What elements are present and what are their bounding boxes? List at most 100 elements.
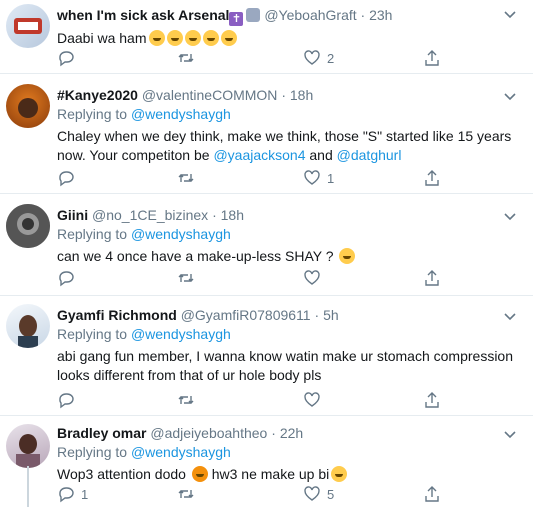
- winking-tongue-emoji-icon: [339, 248, 356, 264]
- separator: ·: [212, 207, 217, 223]
- tweet-text: can we 4 once have a make-up-less SHAY ?: [57, 247, 525, 266]
- mention-link[interactable]: @yaajackson4: [213, 147, 305, 163]
- like-icon: [304, 486, 320, 501]
- share-button[interactable]: [423, 48, 447, 68]
- avatar[interactable]: [6, 424, 50, 468]
- display-name[interactable]: Giini: [57, 207, 88, 223]
- retweet-button[interactable]: [177, 390, 201, 410]
- display-name[interactable]: when I'm sick ask Arsenal: [57, 7, 229, 23]
- share-button[interactable]: [423, 268, 447, 288]
- avatar[interactable]: [6, 4, 50, 48]
- tweet-1[interactable]: when I'm sick ask Arsenal ✝ @YeboahGraft …: [0, 0, 533, 74]
- separator: ·: [271, 425, 276, 441]
- chevron-down-icon[interactable]: [503, 90, 517, 104]
- retweet-button[interactable]: [177, 484, 201, 504]
- tweet-text: abi gang fun member, I wanna know watin …: [57, 348, 514, 383]
- replying-to: Replying to @wendyshaygh: [57, 444, 231, 460]
- like-icon: [304, 170, 320, 185]
- tweet-3[interactable]: Giini @no_1CE_bizinex · 18h Replying to …: [0, 194, 533, 296]
- username[interactable]: @GyamfiR07809611: [181, 307, 311, 323]
- reply-icon: [59, 171, 74, 187]
- laughing-emoji-icon: [148, 30, 165, 46]
- like-button[interactable]: [303, 268, 327, 288]
- thread-line: [27, 466, 29, 507]
- tweet-2[interactable]: #Kanye2020 @valentineCOMMON · 18h Replyi…: [0, 74, 533, 194]
- replying-to-link[interactable]: @wendyshaygh: [131, 444, 231, 460]
- like-icon: [304, 270, 320, 285]
- retweet-button[interactable]: [177, 268, 201, 288]
- timestamp[interactable]: 5h: [323, 307, 339, 323]
- like-icon: [304, 392, 320, 407]
- timestamp[interactable]: 23h: [369, 7, 392, 23]
- separator: ·: [314, 307, 320, 323]
- tweet-4[interactable]: Gyamfi Richmond @GyamfiR07809611 · 5h Re…: [0, 296, 533, 416]
- share-button[interactable]: [423, 390, 447, 410]
- replying-to-link[interactable]: @wendyshaygh: [131, 226, 231, 242]
- display-name[interactable]: #Kanye2020: [57, 87, 138, 103]
- laughing-emoji-icon: [220, 30, 237, 46]
- avatar[interactable]: [6, 84, 50, 128]
- share-icon: [425, 50, 439, 66]
- tweet-text: Chaley when we dey think, make we think,…: [57, 128, 512, 163]
- share-button[interactable]: [423, 484, 447, 504]
- reply-icon: [59, 271, 74, 287]
- mention-link[interactable]: @datghurl: [337, 147, 402, 163]
- tweet-actions: 1 5: [57, 484, 439, 504]
- tweet-text: Daabi wa ham: [57, 29, 525, 48]
- retweet-icon: [178, 274, 194, 282]
- chevron-down-icon[interactable]: [503, 210, 517, 224]
- username[interactable]: @YeboahGraft: [264, 7, 356, 23]
- replying-to: Replying to @wendyshaygh: [57, 326, 231, 342]
- timestamp[interactable]: 18h: [221, 207, 244, 223]
- laughing-emoji-icon: [166, 30, 183, 46]
- tweet-5[interactable]: Bradley omar @adjeiyeboahtheo · 22h Repl…: [0, 416, 533, 507]
- tweet-header: Bradley omar @adjeiyeboahtheo · 22h: [57, 424, 525, 443]
- tweet-header: #Kanye2020 @valentineCOMMON · 18h: [57, 86, 525, 105]
- chevron-down-icon[interactable]: [503, 310, 517, 324]
- like-button[interactable]: 5: [303, 484, 334, 504]
- replying-to-link[interactable]: @wendyshaygh: [131, 106, 231, 122]
- like-button[interactable]: [303, 390, 327, 410]
- username[interactable]: @no_1CE_bizinex: [92, 207, 208, 223]
- replying-to-link[interactable]: @wendyshaygh: [131, 326, 231, 342]
- share-icon: [425, 392, 439, 408]
- reply-button[interactable]: [57, 168, 81, 188]
- person-emoji-icon: [246, 8, 261, 22]
- avatar[interactable]: [6, 304, 50, 348]
- share-button[interactable]: [423, 168, 447, 188]
- reply-button[interactable]: [57, 390, 81, 410]
- tweet-actions: 2: [57, 48, 439, 68]
- retweet-button[interactable]: [177, 168, 201, 188]
- replying-to: Replying to @wendyshaygh: [57, 106, 231, 122]
- reply-button[interactable]: [57, 268, 81, 288]
- separator: ·: [360, 7, 366, 23]
- reply-icon: [59, 487, 74, 503]
- username[interactable]: @adjeiyeboahtheo: [150, 425, 267, 441]
- tweet-actions: 1: [57, 168, 439, 188]
- tweet-text: Wop3 attention dodo hw3 ne make up bi: [57, 465, 525, 484]
- laughing-emoji-icon: [331, 466, 348, 482]
- like-button[interactable]: 2: [303, 48, 334, 68]
- retweet-icon: [178, 174, 194, 182]
- timestamp[interactable]: 22h: [280, 425, 303, 441]
- display-name[interactable]: Gyamfi Richmond: [57, 307, 177, 323]
- chevron-down-icon[interactable]: [503, 8, 517, 22]
- display-name[interactable]: Bradley omar: [57, 425, 146, 441]
- like-button[interactable]: 1: [303, 168, 334, 188]
- tweet-actions: [57, 268, 439, 288]
- tweet-header: Giini @no_1CE_bizinex · 18h: [57, 206, 525, 225]
- retweet-button[interactable]: [177, 48, 201, 68]
- cross-emoji-icon: ✝: [229, 12, 244, 26]
- reply-button[interactable]: [57, 48, 81, 68]
- reply-icon: [59, 51, 74, 67]
- laughing-emoji-icon: [202, 30, 219, 46]
- reply-button[interactable]: 1: [57, 484, 88, 504]
- laughing-emoji-icon: [184, 30, 201, 46]
- timestamp[interactable]: 18h: [290, 87, 313, 103]
- avatar[interactable]: [6, 204, 50, 248]
- retweet-icon: [178, 54, 194, 62]
- separator: ·: [281, 87, 286, 103]
- username[interactable]: @valentineCOMMON: [142, 87, 278, 103]
- chevron-down-icon[interactable]: [503, 428, 517, 442]
- tweet-header: when I'm sick ask Arsenal ✝ @YeboahGraft …: [57, 6, 525, 26]
